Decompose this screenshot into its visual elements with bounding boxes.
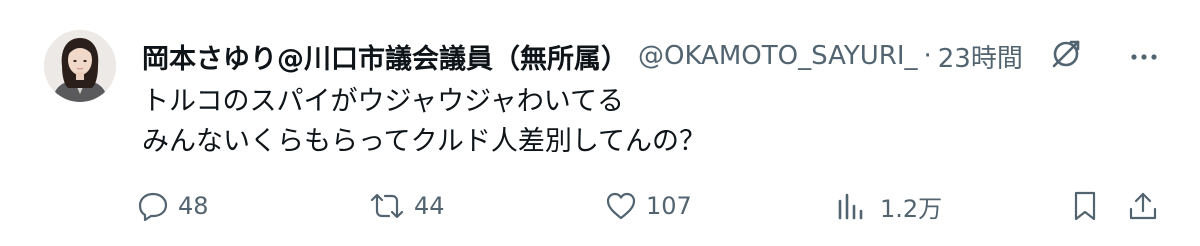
like-button[interactable]: 107 [604,182,692,230]
avatar[interactable] [44,30,116,102]
reply-icon [136,189,170,223]
retweet-button[interactable]: 44 [368,182,445,230]
like-count: 107 [646,192,692,220]
retweet-icon [368,189,406,223]
heart-icon [604,189,638,223]
tweet[interactable]: 岡本さゆり@川口市議会議員（無所属） @OKAMOTO_SAYURI_ · 23… [0,0,1200,246]
retweet-count: 44 [414,192,445,220]
more-icon [1129,47,1159,66]
tweet-text-line: トルコのスパイがウジャウジャわいてる [142,86,624,117]
bookmark-button[interactable] [1068,182,1102,230]
bookmark-icon [1068,189,1102,223]
reply-button[interactable]: 48 [136,182,209,230]
tweet-header: 岡本さゆり@川口市議会議員（無所属） @OKAMOTO_SAYURI_ · 23… [142,36,1170,76]
share-icon [1126,189,1160,223]
grok-icon [1049,37,1083,75]
views-button[interactable]: 1.2万 [834,182,942,230]
tweet-text-line: みんないくらもらってクルド人差別してんの？ [142,126,707,157]
views-count: 1.2万 [880,194,943,223]
avatar-image [44,30,116,102]
grok-button[interactable] [1046,36,1086,76]
reply-count: 48 [178,192,209,220]
tweet-time[interactable]: 23時間 [938,38,1023,75]
share-button[interactable] [1126,182,1160,230]
tweet-text: トルコのスパイがウジャウジャわいてる みんないくらもらってクルド人差別してんの？ [142,82,1160,162]
more-button[interactable] [1124,36,1164,76]
author-handle[interactable]: @OKAMOTO_SAYURI_ [638,41,918,71]
views-icon [834,189,868,223]
separator-dot: · [923,41,932,71]
author-display-name[interactable]: 岡本さゆり@川口市議会議員（無所属） [142,37,628,76]
tweet-actions: 48 44 107 1.2万 [0,182,1200,230]
